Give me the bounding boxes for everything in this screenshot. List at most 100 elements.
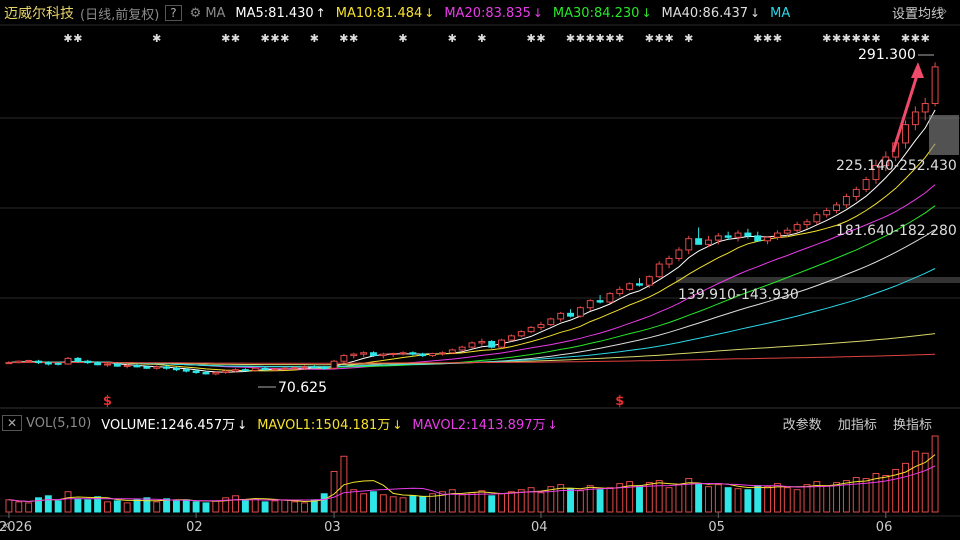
dividend-marker: $ bbox=[615, 394, 624, 409]
news-marker-icon: ✱ bbox=[753, 32, 762, 45]
volume-bar bbox=[468, 492, 476, 513]
candle-body bbox=[557, 312, 565, 320]
volume-bar bbox=[744, 489, 752, 513]
candle-body bbox=[448, 349, 456, 354]
news-marker-icon: ✱ bbox=[576, 32, 585, 45]
volume-bar bbox=[212, 500, 220, 513]
candle-body bbox=[921, 103, 929, 113]
switch-indicator-button[interactable]: 换指标 bbox=[893, 418, 932, 433]
ma-legend: MA5:81.430 ↑ MA10:81.484 ↓ MA20:83.835 ↓ MA30:… bbox=[225, 6, 792, 21]
candle-body bbox=[133, 364, 141, 368]
candle-body bbox=[803, 221, 811, 226]
candle-body bbox=[478, 340, 486, 344]
volume-bar bbox=[507, 491, 515, 513]
settings-button[interactable]: 设置均线 bbox=[892, 3, 944, 22]
volume-bar bbox=[537, 492, 545, 513]
ma-legend-text: MA bbox=[770, 5, 791, 21]
candle-body bbox=[685, 238, 693, 251]
volume-bar bbox=[636, 485, 643, 513]
news-marker-icon: ✱ bbox=[605, 32, 614, 45]
candle-body bbox=[172, 367, 180, 371]
candle-body bbox=[754, 235, 762, 242]
volume-bar bbox=[675, 484, 683, 513]
ma-line-ma5 bbox=[8, 109, 936, 373]
candle-body bbox=[675, 249, 683, 259]
chart-canvas[interactable]: ✱ ✱ ✱ ✱ ✱ ✱ ✱ ✱ ✱ ✱ ✱ ✱ ✱ ✱ ✱ ✱ ✱ ✱ ✱ ✱ ✱ ✱ ✱ ✱ ✱ ✱ ✱ ✱ ✱ ✱ ✱ ✱ ✱ ✱ ✱ ✱ ✱ ✱$ $ bbox=[0, 0, 960, 540]
news-marker-icon: ✱ bbox=[270, 32, 279, 45]
volume-bar bbox=[793, 489, 801, 513]
news-marker-icon: ✱ bbox=[615, 32, 624, 45]
candle-body bbox=[665, 257, 673, 265]
news-marker-icon: ✱ bbox=[645, 32, 654, 45]
ma-legend-item: MA bbox=[770, 6, 792, 21]
volume-bar bbox=[665, 487, 673, 513]
news-marker-icon: ✱ bbox=[231, 32, 240, 45]
news-marker-icon: ✱ bbox=[852, 32, 861, 45]
volume-bar bbox=[448, 489, 456, 513]
edit-params-button[interactable]: 改参数 bbox=[783, 418, 822, 433]
candle-body bbox=[301, 366, 308, 369]
candle-body bbox=[84, 360, 92, 364]
volume-bar bbox=[498, 493, 506, 513]
news-marker-icon: ✱ bbox=[822, 32, 831, 45]
ma-label: MA bbox=[205, 5, 226, 21]
candle-body bbox=[25, 360, 33, 362]
candle-body bbox=[852, 188, 860, 197]
volume-bar bbox=[370, 491, 377, 513]
chart-subtitle: (日线,前复权) bbox=[80, 7, 160, 23]
volume-bar bbox=[714, 484, 722, 513]
volume-bar bbox=[64, 491, 72, 513]
volume-bar bbox=[103, 501, 111, 513]
news-marker-icon: ✱ bbox=[655, 32, 664, 45]
candle-body bbox=[793, 224, 801, 231]
candle-body bbox=[773, 232, 781, 238]
volume-bar bbox=[291, 501, 299, 513]
candle-body bbox=[833, 204, 841, 212]
volume-bar bbox=[281, 499, 289, 513]
news-marker-icon: ✱ bbox=[773, 32, 782, 45]
candle-body bbox=[399, 352, 407, 355]
close-icon[interactable]: ✕ bbox=[2, 415, 23, 431]
candle-body bbox=[251, 367, 259, 371]
candle-body bbox=[350, 353, 358, 357]
add-indicator-button[interactable]: 加指标 bbox=[838, 418, 877, 433]
candle-body bbox=[458, 346, 466, 351]
ma-legend-item: MA40:86.437 ↓ bbox=[662, 6, 761, 21]
candle-body bbox=[54, 362, 62, 365]
scroll-right-icon[interactable]: » bbox=[940, 4, 947, 18]
volume-bar bbox=[389, 496, 397, 513]
candle-body bbox=[64, 357, 72, 365]
news-marker-icon: ✱ bbox=[684, 32, 693, 45]
volume-value: VOLUME:1246.457万 ↓ bbox=[101, 417, 248, 433]
volume-bar bbox=[399, 497, 407, 513]
high-price-label: 291.300 bbox=[858, 47, 916, 63]
candle-body bbox=[931, 66, 939, 105]
ma-legend-text: MA10:81.484 bbox=[335, 5, 423, 21]
volume-bar bbox=[350, 489, 358, 513]
volume-bar bbox=[143, 497, 151, 513]
candle-body bbox=[261, 367, 269, 371]
volume-bar bbox=[84, 499, 92, 513]
chart-header: 迈威尔科技 (日线,前复权) ? ⚙ MA MA5:81.430 ↑ MA10:81… bbox=[0, 0, 792, 26]
candle-body bbox=[902, 124, 909, 144]
volume-bar bbox=[232, 495, 239, 513]
candle-body bbox=[606, 293, 614, 303]
candle-body bbox=[310, 366, 318, 369]
news-marker-icon: ✱ bbox=[832, 32, 841, 45]
volume-bar bbox=[123, 502, 131, 513]
volume-bar bbox=[596, 489, 604, 513]
candle-body bbox=[468, 342, 476, 348]
collapse-left-icon[interactable]: « bbox=[2, 518, 9, 532]
candle-body bbox=[438, 352, 446, 355]
news-marker-icon: ✱ bbox=[349, 32, 358, 45]
volume-bar bbox=[133, 499, 141, 513]
candle-body bbox=[389, 352, 397, 355]
price-band-bar-3 bbox=[676, 277, 960, 283]
help-button[interactable]: ? bbox=[165, 5, 182, 21]
gear-icon[interactable]: ⚙ bbox=[190, 6, 202, 21]
candle-body bbox=[281, 367, 289, 370]
candle-body bbox=[360, 352, 368, 355]
candle-body bbox=[636, 283, 643, 286]
candle-body bbox=[842, 195, 850, 206]
ma-legend-item: MA5:81.430 ↑ bbox=[235, 6, 325, 21]
